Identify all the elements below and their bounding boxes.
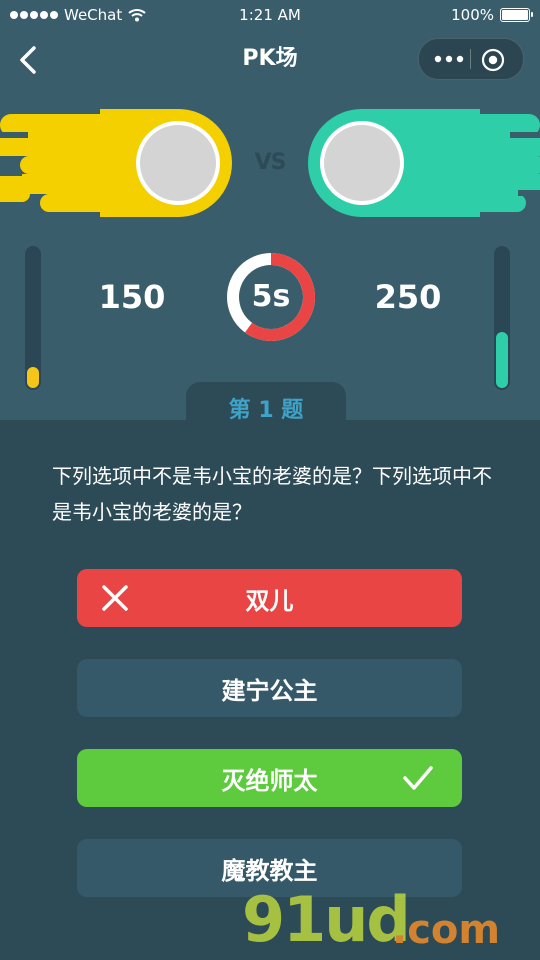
more-icon[interactable] <box>433 51 465 67</box>
capsule-divider <box>470 49 471 69</box>
option-label: 双儿 <box>245 586 294 615</box>
player-left-progress-bar <box>25 246 41 390</box>
option-2-button[interactable]: 建宁公主 <box>77 659 462 717</box>
player-left-avatar <box>140 125 216 201</box>
watermark-main: 91ud <box>242 883 411 956</box>
question-number-label: 第 1 题 <box>228 398 304 423</box>
close-icon <box>102 585 128 611</box>
watermark-logo: 91ud .com <box>242 880 522 960</box>
option-1-button[interactable]: 双儿 <box>77 569 462 627</box>
battery-icon <box>500 8 533 22</box>
option-label: 建宁公主 <box>221 676 318 705</box>
player-right-avatar <box>324 125 400 201</box>
check-icon <box>403 766 433 790</box>
question-text: 下列选项中不是韦小宝的老婆的是？下列选项中不是韦小宝的老婆的是？ <box>52 464 492 524</box>
player-right-badge <box>308 109 540 217</box>
status-right: 100% <box>451 6 533 24</box>
countdown-label: 5s <box>251 279 291 314</box>
player-right-progress-fill <box>496 332 508 388</box>
player-left-badge <box>0 109 232 217</box>
battery-percent: 100% <box>451 6 494 24</box>
player-left-score: 150 <box>98 278 166 316</box>
player-left-progress-fill <box>27 367 39 388</box>
close-mini-program-icon[interactable] <box>481 48 505 72</box>
player-right-progress-bar <box>494 246 510 390</box>
player-right-score: 250 <box>374 278 442 316</box>
status-bar: WeChat 1:21 AM 100% <box>0 0 540 32</box>
vs-label: VS <box>254 150 287 175</box>
option-3-button[interactable]: 灭绝师太 <box>77 749 462 807</box>
option-label: 灭绝师太 <box>221 766 318 795</box>
mini-program-capsule <box>418 38 524 80</box>
watermark-suffix: .com <box>392 907 501 953</box>
